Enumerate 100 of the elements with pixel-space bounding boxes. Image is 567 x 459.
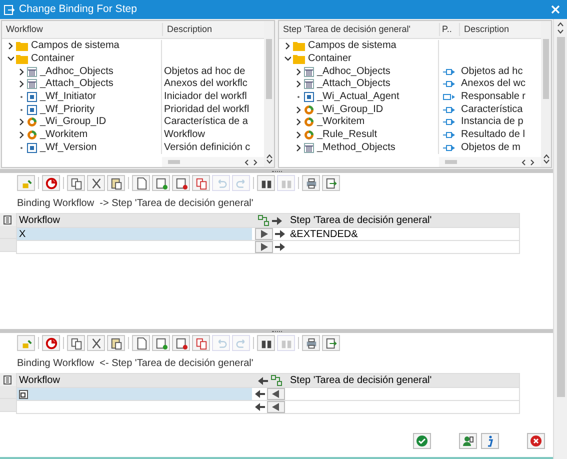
export-document-button[interactable] — [322, 175, 340, 191]
scrollbar-thumb[interactable] — [556, 37, 564, 397]
tree-node[interactable]: _Adhoc_Objects — [317, 66, 390, 77]
copy-button[interactable] — [67, 335, 85, 351]
expand-chevron-icon[interactable] — [295, 144, 302, 152]
insert-row-icon — [154, 176, 168, 190]
folder-icon — [16, 54, 28, 64]
expand-chevron-icon[interactable] — [284, 42, 291, 50]
object-ring-icon — [27, 117, 37, 128]
tree-node[interactable]: Campos de sistema — [308, 41, 396, 52]
expand-chevron-icon[interactable] — [295, 118, 302, 126]
check-circle-button[interactable] — [42, 335, 60, 351]
expand-chevron-icon[interactable] — [18, 68, 25, 76]
scroll-up-icon[interactable] — [266, 153, 272, 159]
scrollbar-thumb[interactable] — [445, 160, 457, 164]
expand-chevron-icon[interactable] — [7, 42, 14, 50]
tree-node[interactable]: _Wi_Group_ID — [40, 117, 106, 128]
tree-node[interactable]: _Adhoc_Objects — [40, 66, 114, 77]
export-document-icon — [324, 176, 338, 190]
table-icon — [304, 66, 314, 77]
scissors-button[interactable] — [87, 175, 105, 191]
description-text: Iniciador del workfl — [164, 91, 247, 102]
value-help-icon[interactable] — [19, 390, 28, 398]
column-header: Workflow — [18, 214, 61, 228]
scissors-icon — [90, 336, 102, 350]
scrollbar-thumb[interactable] — [168, 160, 180, 164]
tree-node[interactable]: _Wf_Initiator — [40, 92, 96, 102]
scroll-up-icon[interactable] — [542, 153, 550, 159]
table-icon — [27, 79, 37, 90]
play-right-button[interactable] — [255, 228, 273, 240]
play-left-button[interactable] — [267, 401, 285, 413]
expand-chevron-icon[interactable] — [295, 68, 302, 76]
input-field[interactable] — [17, 388, 252, 400]
tree-node[interactable]: Container — [308, 54, 352, 64]
scroll-right-icon[interactable] — [529, 158, 535, 166]
expand-chevron-icon[interactable] — [295, 106, 302, 114]
duplicate-icon — [194, 336, 208, 350]
tree-node[interactable]: _Workitem — [40, 130, 88, 140]
collapse-chevron-icon[interactable] — [7, 55, 14, 64]
check-circle-button[interactable] — [42, 175, 60, 191]
binoculars-button[interactable] — [257, 175, 275, 191]
document-button[interactable] — [132, 335, 150, 351]
scroll-down-icon[interactable] — [542, 159, 550, 165]
expand-chevron-icon[interactable] — [18, 118, 25, 126]
user-button[interactable] — [459, 433, 477, 449]
scrollbar-thumb[interactable] — [543, 39, 549, 99]
tree-node[interactable]: _Wf_Version — [40, 142, 97, 153]
scroll-down-icon[interactable] — [557, 29, 564, 35]
tree-node[interactable]: _Wf_Priority — [40, 104, 94, 115]
scroll-left-icon[interactable] — [244, 158, 250, 166]
table-icon — [27, 66, 37, 77]
scroll-up-icon[interactable] — [557, 21, 564, 27]
info-button[interactable] — [481, 433, 499, 449]
duplicate-button[interactable] — [192, 335, 210, 351]
input-field[interactable]: X — [17, 228, 252, 240]
tree-node[interactable]: _Attach_Objects — [317, 79, 390, 90]
tree-node[interactable]: _Attach_Objects — [40, 79, 114, 90]
lock-select-button[interactable] — [17, 175, 35, 191]
scrollbar-thumb[interactable] — [266, 39, 272, 99]
play-right-button[interactable] — [255, 241, 273, 253]
paste-button[interactable] — [107, 175, 125, 191]
insert-row-button[interactable] — [152, 175, 170, 191]
tree-node[interactable]: _Method_Objects — [317, 142, 396, 153]
delete-row-button[interactable] — [172, 335, 190, 351]
table-settings-icon[interactable] — [3, 214, 13, 224]
scroll-down-icon[interactable] — [266, 159, 272, 165]
info-icon — [485, 435, 495, 447]
export-document-icon — [324, 336, 338, 350]
confirm-button[interactable] — [413, 433, 431, 449]
collapse-chevron-icon[interactable] — [284, 55, 291, 64]
scroll-right-icon[interactable] — [252, 158, 258, 166]
paste-button[interactable] — [107, 335, 125, 351]
document-button[interactable] — [132, 175, 150, 191]
object-ring-icon — [304, 104, 314, 115]
printer-button[interactable] — [302, 175, 320, 191]
lock-select-button[interactable] — [17, 335, 35, 351]
export-document-button[interactable] — [322, 335, 340, 351]
table-settings-icon[interactable] — [3, 374, 13, 384]
expand-chevron-icon[interactable] — [295, 131, 302, 140]
insert-row-button[interactable] — [152, 335, 170, 351]
expand-chevron-icon[interactable] — [18, 131, 25, 140]
cancel-button[interactable] — [527, 433, 545, 449]
scroll-left-icon[interactable] — [521, 158, 527, 166]
expand-chevron-icon[interactable] — [295, 80, 302, 88]
tree-node[interactable]: _Rule_Result — [317, 130, 378, 140]
expand-chevron-icon[interactable] — [18, 80, 25, 88]
description-text: Instancia de p — [461, 116, 524, 128]
duplicate-button[interactable] — [192, 175, 210, 191]
tree-node[interactable]: _Wi_Actual_Agent — [317, 92, 400, 102]
description-text: Workflow — [164, 129, 205, 140]
tree-node[interactable]: Campos de sistema — [31, 41, 120, 52]
tree-node[interactable]: _Workitem — [317, 117, 365, 128]
tree-node[interactable]: _Wi_Group_ID — [317, 104, 384, 115]
play-left-button[interactable] — [267, 388, 285, 400]
delete-row-button[interactable] — [172, 175, 190, 191]
binoculars-button[interactable] — [257, 335, 275, 351]
copy-button[interactable] — [67, 175, 85, 191]
tree-node[interactable]: Container — [31, 54, 74, 64]
scissors-button[interactable] — [87, 335, 105, 351]
printer-button[interactable] — [302, 335, 320, 351]
